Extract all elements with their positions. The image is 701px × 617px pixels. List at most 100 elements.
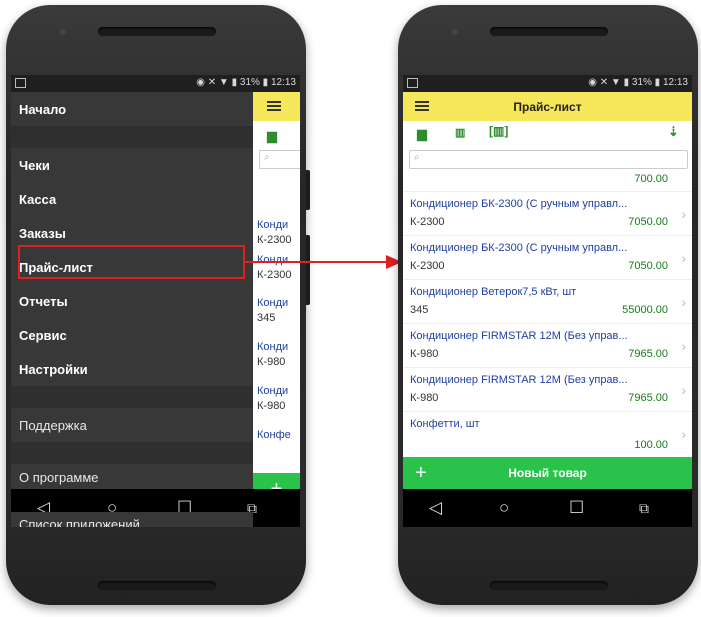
- item-code: К-980: [410, 348, 439, 360]
- drawer-item-kassa[interactable]: Касса: [11, 182, 253, 216]
- drawer-item-label: Отчеты: [19, 294, 68, 309]
- drawer-item-cheki[interactable]: Чеки: [11, 148, 253, 182]
- list-item[interactable]: Кондиционер Ветерок7,5 кВт, шт 345 55000…: [403, 280, 692, 324]
- drawer-item-label: Поддержка: [19, 418, 87, 433]
- nav-bar: ◁ ○ ☐ ⧉: [403, 489, 692, 527]
- arrow-icon: [244, 255, 402, 269]
- gallery-icon: [407, 78, 418, 88]
- underlying-header: [253, 92, 300, 121]
- item-code: 345: [257, 312, 276, 324]
- top-speaker: [98, 27, 216, 36]
- new-item-label: Новый товар: [508, 466, 587, 480]
- drawer-item-label: Настройки: [19, 362, 88, 377]
- navigation-drawer: Начало Чеки Касса Заказы Прайс-лист Отче…: [11, 92, 253, 489]
- barcode-scan-icon[interactable]: [▥]: [489, 124, 508, 138]
- item-name: Конди: [257, 219, 289, 231]
- drawer-item-support[interactable]: Поддержка: [11, 408, 253, 442]
- item-code: К-2300: [257, 234, 292, 246]
- list-item[interactable]: Кондиционер FIRMSTAR 12М (Без управ... К…: [403, 368, 692, 412]
- item-code: К-980: [410, 392, 439, 404]
- highlight-box: [18, 245, 245, 279]
- drawer-divider: [11, 442, 253, 464]
- barcode-search-icon[interactable]: ▥: [455, 126, 465, 139]
- list-item[interactable]: Кондиционер FIRMSTAR 12М (Без управ... К…: [403, 324, 692, 368]
- screenshot-icon[interactable]: ⧉: [639, 498, 649, 518]
- search-input[interactable]: ⌕: [259, 150, 300, 169]
- right-phone: ◉ ✕ ▼ ▮ 31% ▮ 12:13 Прайс-лист ▆ ▥ [▥] ⇣…: [398, 5, 698, 605]
- drawer-item-reports[interactable]: Отчеты: [11, 284, 253, 318]
- add-button[interactable]: +: [253, 473, 300, 489]
- bottom-speaker: [98, 581, 216, 590]
- list-item[interactable]: Конфе: [257, 428, 291, 443]
- page-title: Прайс-лист: [513, 100, 582, 114]
- item-price: 7050.00: [628, 260, 668, 272]
- menu-icon[interactable]: [267, 101, 281, 103]
- item-price: 7050.00: [628, 216, 668, 228]
- item-name: Кондиционер FIRMSTAR 12М (Без управ...: [410, 374, 628, 386]
- search-icon: ⌕: [414, 152, 420, 163]
- clock: 12:13: [270, 77, 296, 88]
- plus-icon: +: [270, 478, 283, 489]
- drawer-item-apps[interactable]: Список приложений: [11, 512, 253, 527]
- drawer-item-settings[interactable]: Настройки: [11, 352, 253, 386]
- bottom-speaker: [490, 581, 608, 590]
- battery-level: 31%: [631, 77, 652, 88]
- search-input[interactable]: ⌕: [409, 150, 688, 169]
- item-price: 55000.00: [622, 304, 668, 316]
- drawer-item-label: Касса: [19, 192, 57, 207]
- home-icon[interactable]: ○: [499, 498, 509, 518]
- right-screen: ◉ ✕ ▼ ▮ 31% ▮ 12:13 Прайс-лист ▆ ▥ [▥] ⇣…: [403, 75, 692, 527]
- drawer-item-label: Чеки: [19, 158, 50, 173]
- camera: [452, 29, 458, 35]
- drawer-item-service[interactable]: Сервис: [11, 318, 253, 352]
- list-item[interactable]: Кондиционер БК-2300 (С ручным управл... …: [403, 236, 692, 280]
- drawer-item-about[interactable]: О программе: [11, 464, 253, 489]
- new-item-button[interactable]: + Новый товар: [403, 457, 692, 489]
- clock: 12:13: [662, 77, 688, 88]
- top-speaker: [490, 27, 608, 36]
- item-code: К-2300: [410, 216, 445, 228]
- list-item[interactable]: Конди К-980: [257, 340, 288, 370]
- volume-button: [306, 170, 310, 210]
- back-icon[interactable]: ◁: [429, 498, 442, 518]
- item-name: Конди: [257, 341, 289, 353]
- drawer-home[interactable]: Начало: [11, 92, 253, 126]
- list-item[interactable]: Кондиционер БК-2300 (С ручным управл... …: [403, 192, 692, 236]
- status-right: ◉ ✕ ▼ ▮ 31% ▮ 12:13: [196, 77, 296, 88]
- list-item[interactable]: Конди 345: [257, 296, 288, 326]
- item-name: Кондиционер БК-2300 (С ручным управл...: [410, 242, 628, 254]
- recents-icon[interactable]: ☐: [569, 498, 584, 518]
- chevron-right-icon: ›: [681, 338, 686, 354]
- folder-search-icon[interactable]: ▆: [267, 128, 277, 144]
- left-phone: ◉ ✕ ▼ ▮ 31% ▮ 12:13 Начало Чеки Касса За…: [6, 5, 310, 605]
- list-item[interactable]: Конфетти, шт 100.00 ›: [403, 412, 692, 456]
- folder-search-icon[interactable]: ▆: [417, 126, 427, 142]
- item-price: 7965.00: [628, 392, 668, 404]
- chevron-right-icon: ›: [681, 206, 686, 222]
- item-code: К-980: [257, 400, 286, 412]
- status-bar: ◉ ✕ ▼ ▮ 31% ▮ 12:13: [11, 75, 300, 92]
- item-name: Кондиционер Ветерок7,5 кВт, шт: [410, 286, 577, 298]
- app-header: Прайс-лист: [403, 92, 692, 121]
- sort-az-icon[interactable]: ⇣: [668, 124, 679, 140]
- drawer-divider: [11, 386, 253, 408]
- left-screen: ◉ ✕ ▼ ▮ 31% ▮ 12:13 Начало Чеки Касса За…: [11, 75, 300, 527]
- chevron-right-icon: ›: [681, 382, 686, 398]
- drawer-home-label: Начало: [19, 102, 67, 117]
- drawer-item-label: Список приложений: [19, 517, 140, 527]
- item-price: 700.00: [634, 173, 668, 185]
- list-item[interactable]: Конди К-980: [257, 384, 288, 414]
- camera: [60, 29, 66, 35]
- item-name: Конди: [257, 297, 289, 309]
- toolbar: ▆ ▥ [▥] ⇣: [403, 121, 692, 145]
- item-name: Кондиционер БК-2300 (С ручным управл...: [410, 198, 628, 210]
- list-item[interactable]: Конди К-2300: [257, 218, 292, 248]
- item-name: Кондиционер FIRMSTAR 12М (Без управ...: [410, 330, 628, 342]
- item-name: Конфетти, шт: [410, 418, 480, 430]
- item-code: К-2300: [410, 260, 445, 272]
- search-icon: ⌕: [264, 152, 270, 163]
- list-item-partial[interactable]: 700.00: [403, 171, 692, 192]
- battery-level: 31%: [239, 77, 260, 88]
- item-price: 7965.00: [628, 348, 668, 360]
- item-code: 345: [410, 304, 429, 316]
